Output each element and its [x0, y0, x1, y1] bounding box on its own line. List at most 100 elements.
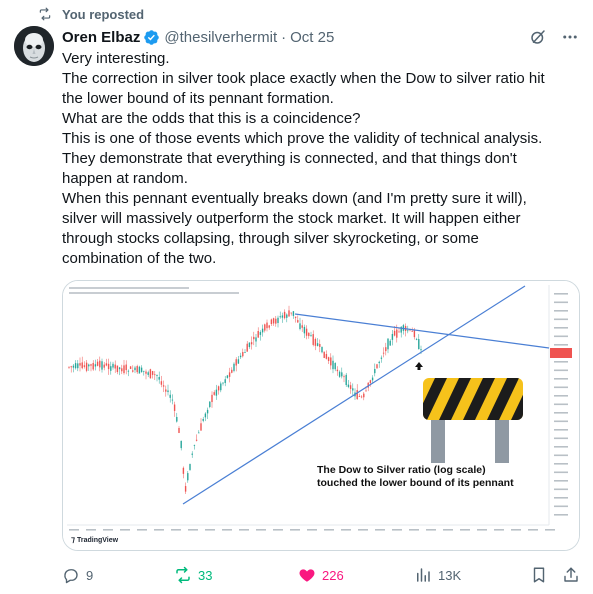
candle-body: [242, 352, 244, 357]
candle-body: [189, 464, 191, 470]
time-tick: [273, 529, 283, 531]
candle-body: [257, 330, 259, 338]
candle-body: [228, 372, 231, 377]
candle-body: [204, 413, 207, 418]
tweet-media-image[interactable]: The Dow to Silver ratio (log scale) touc…: [62, 280, 580, 551]
candle-body: [121, 368, 123, 372]
candle-body: [162, 385, 165, 387]
verified-badge-icon: [144, 29, 160, 45]
time-tick: [120, 529, 130, 531]
candle-body: [288, 310, 290, 317]
candle-body: [112, 363, 114, 368]
time-tick: [528, 529, 538, 531]
candle-body: [358, 395, 361, 397]
candle-body: [250, 342, 253, 345]
grok-icon[interactable]: [529, 28, 547, 46]
candle-body: [253, 336, 255, 340]
price-tick: [554, 318, 568, 321]
candle-body: [72, 365, 75, 368]
candle-body: [191, 453, 193, 455]
tradingview-watermark: ⁊ TradingView: [71, 535, 119, 544]
repost-indicator[interactable]: You reposted: [38, 5, 144, 23]
candle-body: [338, 371, 341, 377]
candle-body: [418, 339, 420, 350]
candle-body: [407, 330, 409, 332]
candle-body: [259, 332, 262, 335]
author-handle[interactable]: @thesilverhermit: [164, 29, 277, 46]
candle-body: [301, 325, 303, 328]
candle-body: [389, 340, 391, 346]
candle-body: [178, 428, 180, 433]
candle-body: [343, 376, 345, 378]
price-tick: [554, 378, 568, 380]
candle-body: [88, 364, 90, 367]
candle-body: [281, 315, 284, 318]
time-tick: [324, 529, 334, 531]
candle-body: [303, 326, 306, 334]
candle-body: [369, 380, 372, 384]
tweet-line: What are the odds that this is a coincid…: [62, 110, 361, 127]
repost-button[interactable]: 33: [174, 566, 212, 584]
price-tick: [554, 505, 568, 508]
candle-body: [83, 365, 86, 367]
candle-body: [74, 363, 77, 369]
price-tick: [554, 514, 568, 516]
candle-body: [244, 352, 246, 353]
candle-body: [224, 379, 226, 383]
more-options-icon[interactable]: [561, 28, 579, 46]
price-tick: [554, 488, 568, 491]
tweet-line: When this pennant eventually breaks down…: [62, 190, 527, 207]
candle-body: [347, 384, 350, 387]
candle-body: [345, 374, 347, 386]
price-tick: [554, 369, 568, 372]
candle-body: [235, 359, 237, 366]
time-tick: [460, 529, 470, 531]
heart-filled-icon: [299, 569, 315, 582]
candle-body: [297, 320, 299, 323]
candle-body: [360, 396, 363, 398]
share-icon: [564, 567, 578, 582]
time-tick: [443, 529, 453, 531]
analytics-icon: [417, 568, 430, 582]
bookmark-button[interactable]: [530, 566, 548, 584]
candle-body: [149, 369, 152, 379]
time-tick: [477, 529, 487, 531]
author-name[interactable]: Oren Elbaz: [62, 29, 140, 46]
time-axis: [69, 529, 555, 531]
candle-body: [382, 352, 385, 354]
candle-body: [92, 362, 94, 370]
candle-body: [99, 360, 101, 368]
candle-body: [209, 401, 211, 408]
chart-annotation-line2: touched the lower bound of its pennant: [317, 477, 514, 489]
tweet-line: The correction in silver took place exac…: [62, 70, 545, 87]
price-tick: [554, 429, 568, 431]
candle-body: [363, 393, 365, 398]
price-tick: [554, 310, 568, 312]
candle-body: [101, 361, 103, 370]
like-button[interactable]: 226: [298, 566, 344, 584]
tweet-date[interactable]: Oct 25: [290, 29, 334, 46]
candle-body: [195, 439, 198, 441]
reply-button[interactable]: 9: [62, 566, 93, 584]
candle-body: [319, 343, 321, 347]
tweet-line: This is one of those events which prove …: [62, 130, 543, 147]
candle-body: [380, 357, 383, 359]
candle-body: [248, 342, 251, 347]
candle-body: [173, 404, 176, 411]
candle-body: [283, 311, 286, 319]
candle-body: [314, 338, 317, 346]
views-button[interactable]: 13K: [414, 566, 461, 584]
candle-body: [90, 364, 92, 366]
candle-body: [290, 312, 292, 314]
candle-body: [310, 334, 312, 336]
avatar[interactable]: [14, 26, 54, 66]
tweet-line: Very interesting.: [62, 50, 170, 67]
candle-body: [103, 364, 105, 368]
watermark-text: TradingView: [77, 537, 119, 544]
candle-body: [202, 418, 204, 421]
time-tick: [392, 529, 402, 531]
current-price-label: [550, 348, 572, 358]
tweet-line: combination of the two.: [62, 250, 217, 267]
candle-body: [393, 330, 396, 336]
share-button[interactable]: [562, 566, 580, 584]
